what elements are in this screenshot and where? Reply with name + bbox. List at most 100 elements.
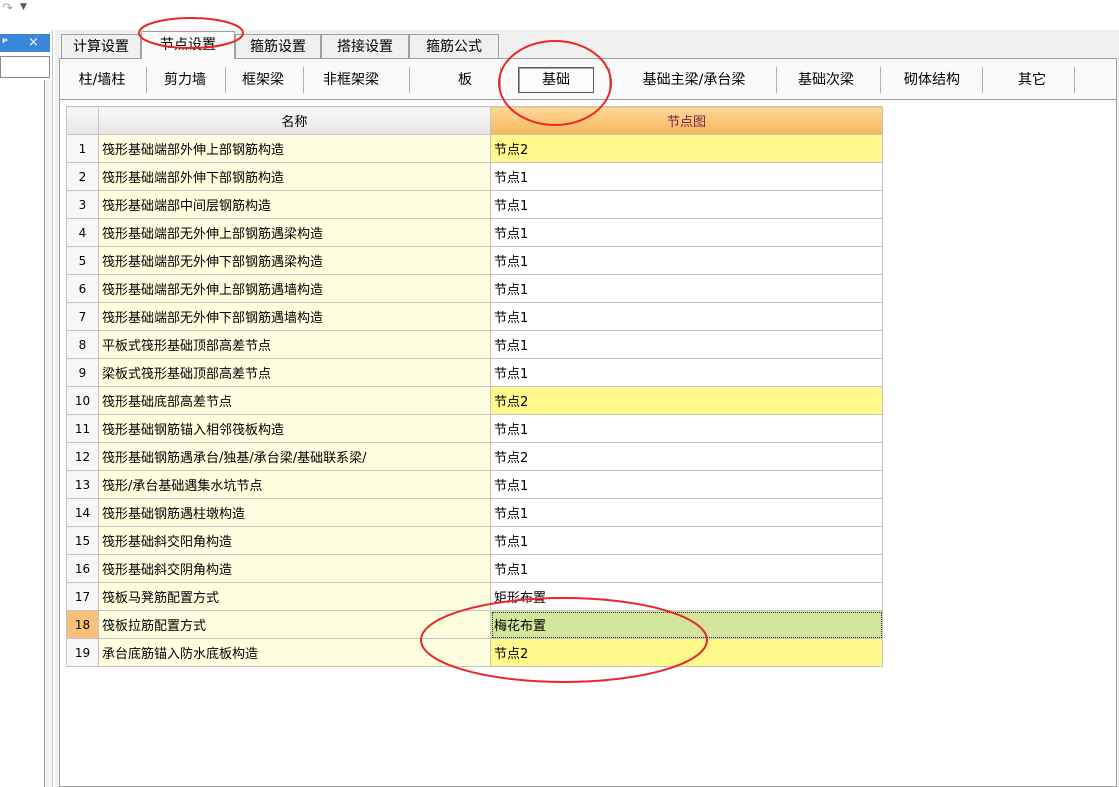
subtab-separator [982,67,983,93]
table-header-row: 名称 节点图 [66,106,883,135]
row-name-cell: 筏形基础端部无外伸上部钢筋遇墙构造 [98,274,491,303]
row-index-cell: 4 [66,218,99,247]
subtab-frame-beam[interactable]: 框架梁 [230,67,296,93]
row-name-cell: 筏形/承台基础遇集水坑节点 [98,470,491,499]
tab-stirrup-settings[interactable]: 箍筋设置 [235,34,321,58]
row-index-cell: 5 [66,246,99,275]
row-node-value-cell[interactable]: 节点2 [490,638,883,667]
row-index-cell: 7 [66,302,99,331]
table-row[interactable]: 12 筏形基础钢筋遇承台/独基/承台梁/基础联系梁/节点2 [66,442,883,471]
row-node-value-cell[interactable]: 节点1 [490,330,883,359]
row-index-cell: 17 [66,582,99,611]
row-index-cell: 2 [66,162,99,191]
subtab-foundation-secondary-beam[interactable]: 基础次梁 [780,67,872,93]
row-name-cell: 筏形基础斜交阴角构造 [98,554,491,583]
table-row[interactable]: 9 梁板式筏形基础顶部高差节点 节点1 [66,358,883,387]
dropdown-arrow-icon[interactable]: ▼ [20,2,27,12]
subtab-column[interactable]: 柱/墙柱 [64,67,140,93]
row-node-value-cell[interactable]: 矩形布置 [490,582,883,611]
row-node-value-cell[interactable]: 节点1 [490,526,883,555]
subtab-separator [609,67,610,93]
row-node-value-cell[interactable]: 节点2 [490,442,883,471]
row-name-cell: 筏形基础钢筋遇承台/独基/承台梁/基础联系梁/ [98,442,491,471]
table-row[interactable]: 3 筏形基础端部中间层钢筋构造 节点1 [66,190,883,219]
redo-icon[interactable]: ↷ [2,1,13,16]
tab-node-settings[interactable]: 节点设置 [141,31,235,59]
left-panel-field[interactable] [0,56,50,78]
table-row[interactable]: 11 筏形基础钢筋锚入相邻筏板构造 节点1 [66,414,883,443]
table-row[interactable]: 1 筏形基础端部外伸上部钢筋构造 节点2 [66,134,883,163]
table-row[interactable]: 8 平板式筏形基础顶部高差节点 节点1 [66,330,883,359]
settings-main: 计算设置 节点设置 箍筋设置 搭接设置 箍筋公式 柱/墙柱 剪力墙 框架梁 非框… [55,30,1119,787]
table-row[interactable]: 13 筏形/承台基础遇集水坑节点 节点1 [66,470,883,499]
node-settings-table: 名称 节点图 1 筏形基础端部外伸上部钢筋构造 节点2 2 筏形基础端部外伸下部钢筋构造… [66,106,883,667]
row-name-cell: 梁板式筏形基础顶部高差节点 [98,358,491,387]
row-name-cell: 平板式筏形基础顶部高差节点 [98,330,491,359]
row-name-cell: 筏形基础端部无外伸下部钢筋遇墙构造 [98,302,491,331]
row-node-value-cell[interactable]: 节点1 [490,246,883,275]
subtab-slab[interactable]: 板 [442,67,488,93]
table-row[interactable]: 17 筏板马凳筋配置方式 矩形布置 [66,582,883,611]
row-node-value-cell[interactable]: 节点1 [490,498,883,527]
row-node-value-cell[interactable]: 节点1 [490,218,883,247]
row-name-cell: 筏形基础钢筋遇柱墩构造 [98,498,491,527]
row-name-cell: 筏板拉筋配置方式 [98,610,491,639]
subtab-masonry[interactable]: 砌体结构 [886,67,978,93]
row-name-cell: 筏形基础端部无外伸上部钢筋遇梁构造 [98,218,491,247]
table-row[interactable]: 6 筏形基础端部无外伸上部钢筋遇墙构造 节点1 [66,274,883,303]
table-row[interactable]: 19 承台底筋锚入防水底板构造 节点2 [66,638,883,667]
row-node-value-cell[interactable]: 节点1 [490,190,883,219]
row-node-value-cell[interactable]: 节点1 [490,302,883,331]
subtab-separator [880,67,881,93]
left-panel-scrollbar[interactable] [44,80,52,787]
subtab-separator [500,67,501,93]
row-name-cell: 筏形基础底部高差节点 [98,386,491,415]
row-node-value-cell[interactable]: 节点1 [490,414,883,443]
subtab-separator [1074,67,1075,93]
close-icon[interactable]: × [28,34,39,52]
subtab-non-frame-beam[interactable]: 非框架梁 [310,67,392,93]
table-row[interactable]: 15 筏形基础斜交阳角构造 节点1 [66,526,883,555]
row-node-value-cell[interactable]: 节点1 [490,274,883,303]
row-node-value-cell[interactable]: 节点1 [490,358,883,387]
row-index-cell: 10 [66,386,99,415]
row-name-cell: 筏形基础斜交阳角构造 [98,526,491,555]
row-index-cell: 16 [66,554,99,583]
tab-lap-settings[interactable]: 搭接设置 [321,34,409,58]
table-row[interactable]: 10 筏形基础底部高差节点 节点2 [66,386,883,415]
tab-calc-settings[interactable]: 计算设置 [61,34,141,58]
table-row[interactable]: 7 筏形基础端部无外伸下部钢筋遇墙构造 节点1 [66,302,883,331]
node-table-area: 名称 节点图 1 筏形基础端部外伸上部钢筋构造 节点2 2 筏形基础端部外伸下部钢筋构造… [59,100,1117,787]
row-index-cell: 13 [66,470,99,499]
table-row[interactable]: 14 筏形基础钢筋遇柱墩构造 节点1 [66,498,883,527]
row-name-cell: 筏形基础端部中间层钢筋构造 [98,190,491,219]
row-index-cell: 1 [66,134,99,163]
subtab-separator [146,67,147,93]
pin-icon[interactable]: ᴾ [2,34,8,52]
subtab-other[interactable]: 其它 [986,67,1078,93]
row-name-cell: 筏形基础端部外伸下部钢筋构造 [98,162,491,191]
row-node-value-cell[interactable]: 节点2 [490,134,883,163]
row-name-cell: 筏板马凳筋配置方式 [98,582,491,611]
row-node-value-cell[interactable]: 节点1 [490,554,883,583]
subtab-shear-wall[interactable]: 剪力墙 [152,67,218,93]
left-panel-tab[interactable]: ᴾ × [0,34,50,52]
table-row[interactable]: 16 筏形基础斜交阴角构造 节点1 [66,554,883,583]
row-node-value-cell[interactable]: 节点1 [490,470,883,499]
table-row[interactable]: 4 筏形基础端部无外伸上部钢筋遇梁构造 节点1 [66,218,883,247]
table-row[interactable]: 18 筏板拉筋配置方式 梅花布置 [66,610,883,639]
row-node-value-cell[interactable]: 节点2 [490,386,883,415]
title-strip: ↷ ▼ [0,0,1119,30]
row-node-value-cell[interactable]: 节点1 [490,162,883,191]
table-row[interactable]: 5 筏形基础端部无外伸下部钢筋遇梁构造 节点1 [66,246,883,275]
row-index-cell: 8 [66,330,99,359]
row-index-cell: 12 [66,442,99,471]
subtab-foundation[interactable]: 基础 [518,67,594,93]
name-column-header: 名称 [98,106,491,135]
tab-stirrup-formula[interactable]: 箍筋公式 [409,34,499,58]
subtab-foundation-main-beam[interactable]: 基础主梁/承台梁 [616,67,772,93]
row-node-value-cell[interactable]: 梅花布置 [490,610,883,639]
row-index-cell: 14 [66,498,99,527]
table-row[interactable]: 2 筏形基础端部外伸下部钢筋构造 节点1 [66,162,883,191]
left-panel: ᴾ × [0,30,53,787]
